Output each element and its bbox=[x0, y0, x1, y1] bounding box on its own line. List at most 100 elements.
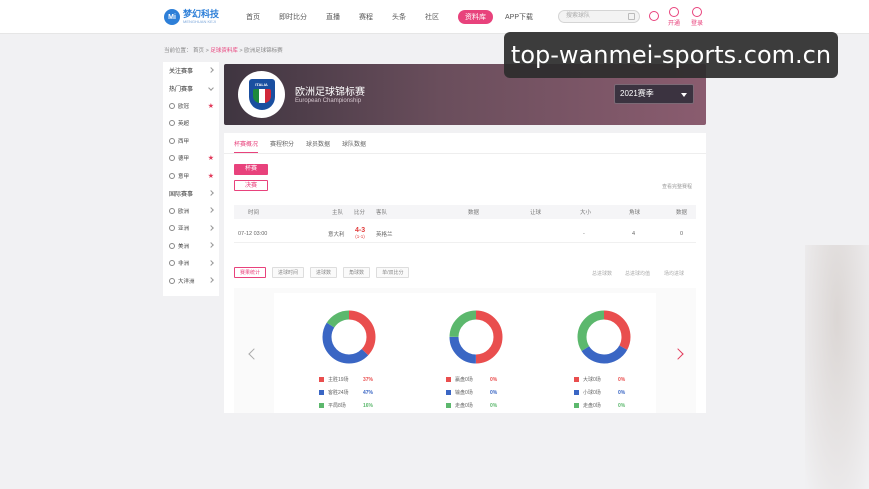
search-icon[interactable] bbox=[628, 13, 635, 20]
sidebar-item-label: 国际赛事 bbox=[169, 191, 194, 198]
watermark-banner: top-wanmei-sports.com.cn bbox=[504, 32, 838, 78]
stat-tab-corners[interactable]: 角球数 bbox=[343, 267, 371, 278]
sidebar-item[interactable]: 西甲 bbox=[163, 132, 219, 150]
chevron-down-icon bbox=[208, 84, 214, 91]
legend-swatch bbox=[319, 390, 324, 395]
favorite-star-icon[interactable]: ★ bbox=[208, 102, 214, 110]
sidebar-item[interactable]: 欧冠 ★ bbox=[163, 97, 219, 115]
sidebar-item[interactable]: 关注赛事 bbox=[163, 62, 219, 80]
chevron-right-icon bbox=[208, 242, 214, 248]
chevron-right-icon bbox=[208, 189, 214, 196]
breadcrumb-db[interactable]: 足球资料库 bbox=[210, 48, 238, 54]
nav-community[interactable]: 社区 bbox=[425, 12, 439, 22]
sidebar-item-label: 亚洲 bbox=[178, 226, 190, 233]
sidebar-item[interactable]: 亚洲 bbox=[163, 220, 219, 238]
legend-swatch bbox=[319, 403, 324, 408]
league-icon bbox=[169, 260, 175, 267]
donut-svg bbox=[577, 310, 631, 364]
nav-app-download[interactable]: APP下载 bbox=[505, 12, 533, 22]
logo-badge: Mi bbox=[164, 9, 180, 25]
donut-legend: 主胜19场 37% 客胜24场 47% 平局8场 16% bbox=[319, 373, 399, 412]
legend-swatch bbox=[574, 390, 579, 395]
donut-legend: 大球0场 0% 小球0场 0% 走盘0场 0% bbox=[574, 373, 654, 412]
nav-schedule[interactable]: 赛程 bbox=[359, 12, 373, 22]
legend-row: 赢盘0场 0% bbox=[446, 373, 526, 386]
season-select[interactable]: 2021赛季 bbox=[614, 84, 694, 104]
legend-label: 主胜19场 bbox=[328, 377, 349, 383]
sidebar-item[interactable]: 欧洲 bbox=[163, 202, 219, 220]
nav-live-stream[interactable]: 直播 bbox=[326, 12, 340, 22]
chevron-right-icon bbox=[208, 277, 214, 283]
tab-teams[interactable]: 球队数据 bbox=[342, 139, 366, 153]
legend-swatch bbox=[446, 403, 451, 408]
sidebar-item-label: 热门赛事 bbox=[169, 86, 194, 93]
tab-standings[interactable]: 赛程积分 bbox=[270, 139, 294, 153]
nav-live-score[interactable]: 即时比分 bbox=[279, 12, 307, 22]
legend-percent: 0% bbox=[618, 376, 626, 383]
tab-overview[interactable]: 杯赛概况 bbox=[234, 139, 259, 153]
nav-database[interactable]: 资料库 bbox=[458, 10, 493, 24]
open-vip-button[interactable]: 开通 bbox=[668, 7, 680, 27]
legend-row: 小球0场 0% bbox=[574, 386, 654, 399]
stat-tab-odd-even[interactable]: 单/双比分 bbox=[376, 267, 410, 278]
stage-final-button[interactable]: 决赛 bbox=[234, 180, 268, 191]
legend-label: 大球0场 bbox=[583, 377, 601, 383]
favorite-star-icon[interactable]: ★ bbox=[208, 154, 214, 162]
stat-tab-results[interactable]: 赛果统计 bbox=[234, 267, 267, 278]
legend-label: 走盘0场 bbox=[583, 403, 601, 409]
legend-swatch bbox=[446, 377, 451, 382]
legend-row: 输盘0场 0% bbox=[446, 386, 526, 399]
stat-tab-goals[interactable]: 进球数 bbox=[310, 267, 338, 278]
table-row[interactable]: 07-12 03:00 意大利 4-3 (1-1) 英格兰 - 4 0 bbox=[234, 225, 696, 243]
league-icon bbox=[169, 137, 175, 144]
background-player-image bbox=[805, 245, 869, 489]
stage-cup-button[interactable]: 杯赛 bbox=[234, 164, 268, 175]
sidebar-item-label: 欧冠 bbox=[178, 103, 190, 110]
legend-percent: 16% bbox=[363, 402, 374, 409]
favorite-star-icon[interactable]: ★ bbox=[208, 172, 214, 180]
donut-legend: 赢盘0场 0% 输盘0场 0% 走盘0场 0% bbox=[446, 373, 526, 412]
breadcrumb-home[interactable]: 首页 bbox=[193, 48, 204, 54]
full-schedule-link[interactable]: 查看完整赛程 bbox=[662, 183, 692, 190]
legend-swatch bbox=[319, 377, 324, 382]
legend-label: 客胜24场 bbox=[328, 390, 349, 396]
stat-avg-goals: 总进球均值 bbox=[625, 271, 651, 277]
message-icon[interactable] bbox=[649, 11, 659, 21]
sidebar-item-label: 关注赛事 bbox=[169, 69, 194, 76]
league-sidebar: 关注赛事热门赛事欧冠 ★ 英超 西甲 德甲 ★ 意甲 ★ 国际赛事欧洲亚洲美洲非洲大洋洲 bbox=[163, 62, 219, 296]
legend-percent: 37% bbox=[363, 376, 374, 383]
match-table-header: 时间 主队 比分 客队 数据 让球 大小 角球 数据 bbox=[234, 205, 696, 219]
sidebar-item[interactable]: 德甲 ★ bbox=[163, 150, 219, 168]
league-icon bbox=[169, 242, 175, 249]
stat-tab-goal-time[interactable]: 进球时间 bbox=[272, 267, 305, 278]
breadcrumb: 当前位置： 首页 > 足球资料库 > 欧洲足球锦标赛 bbox=[164, 48, 283, 54]
tab-players[interactable]: 球员数据 bbox=[306, 139, 330, 153]
stats-carousel: 主胜19场 37% 客胜24场 47% 平局8场 16% 赢盘0场 0% 输盘0场 0% 走盘0场 0… bbox=[234, 288, 696, 413]
sidebar-item[interactable]: 热门赛事 bbox=[163, 80, 219, 98]
league-icon bbox=[169, 207, 175, 214]
sidebar-item[interactable]: 意甲 ★ bbox=[163, 167, 219, 185]
sidebar-item[interactable]: 美洲 bbox=[163, 237, 219, 255]
chevron-left-icon[interactable] bbox=[248, 348, 260, 360]
sidebar-item[interactable]: 大洋洲 bbox=[163, 272, 219, 290]
nav-headlines[interactable]: 头条 bbox=[392, 12, 406, 22]
legend-label: 输盘0场 bbox=[455, 390, 473, 396]
sidebar-item[interactable]: 国际赛事 bbox=[163, 185, 219, 203]
login-button[interactable]: 登录 bbox=[691, 7, 703, 27]
legend-row: 大球0场 0% bbox=[574, 373, 654, 386]
sidebar-item[interactable]: 非洲 bbox=[163, 255, 219, 273]
site-logo[interactable]: Mi 梦幻科技 MENGHUAN KEJI bbox=[164, 8, 219, 26]
sidebar-item-label: 非洲 bbox=[178, 261, 190, 268]
legend-row: 主胜19场 37% bbox=[319, 373, 399, 386]
sidebar-item-label: 美洲 bbox=[178, 243, 190, 250]
search-input[interactable]: 搜索球队 bbox=[558, 10, 640, 23]
chevron-right-icon[interactable] bbox=[672, 348, 684, 360]
nav-home[interactable]: 首页 bbox=[246, 12, 260, 22]
legend-percent: 47% bbox=[363, 389, 374, 396]
legend-label: 走盘0场 bbox=[455, 403, 473, 409]
legend-swatch bbox=[574, 377, 579, 382]
search-placeholder: 搜索球队 bbox=[566, 13, 591, 19]
legend-label: 平局8场 bbox=[328, 403, 346, 409]
main-panel: 杯赛概况 赛程积分 球员数据 球队数据 杯赛 决赛 查看完整赛程 时间 主队 比… bbox=[224, 133, 706, 413]
sidebar-item[interactable]: 英超 bbox=[163, 115, 219, 133]
